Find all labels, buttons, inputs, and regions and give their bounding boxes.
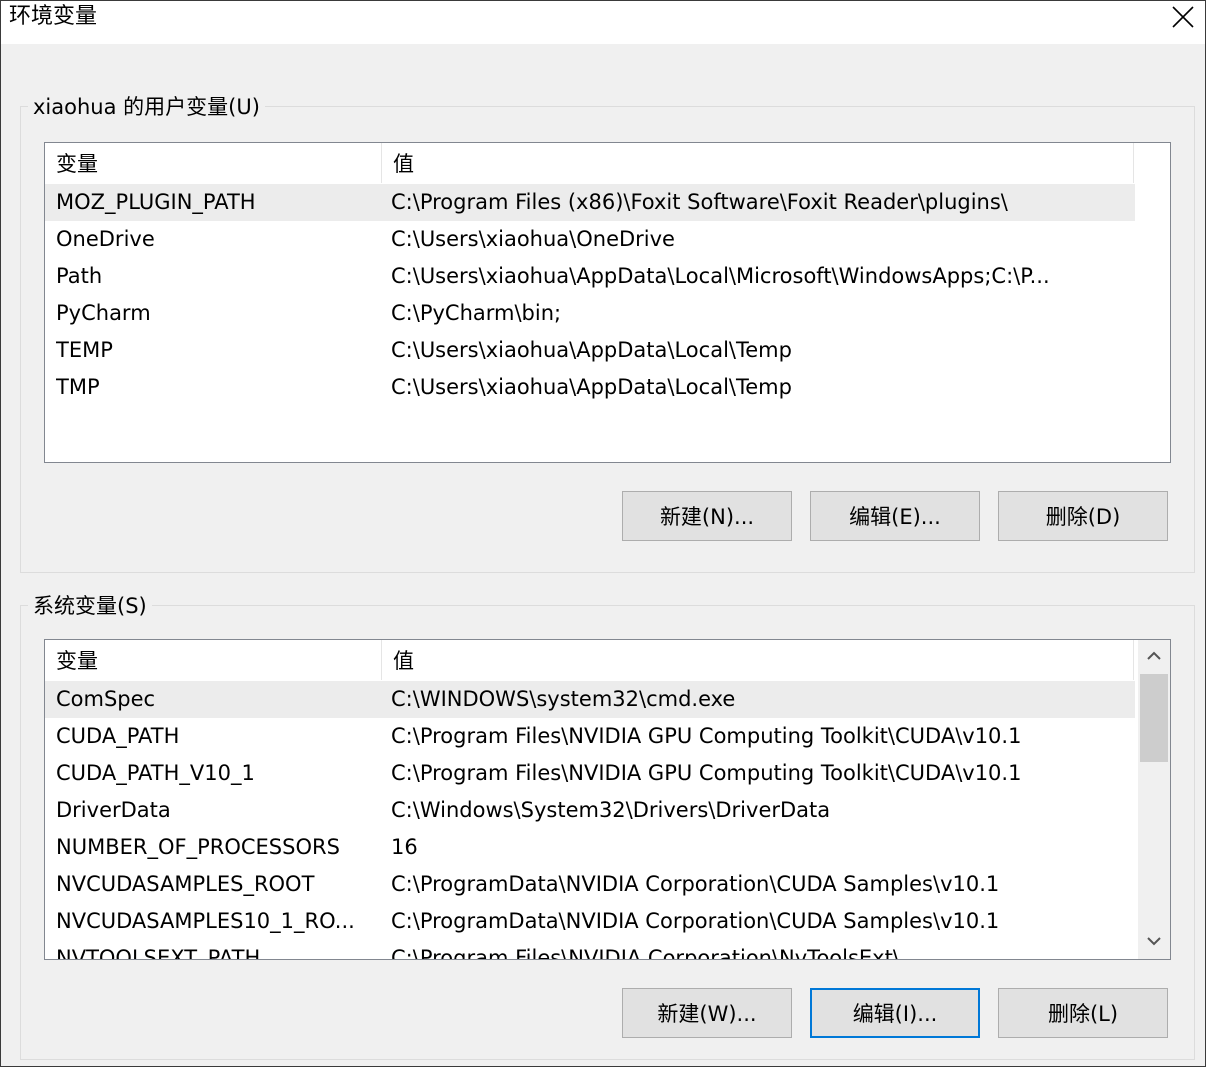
window-title: 环境变量	[9, 4, 98, 29]
system-new-button[interactable]: 新建(W)...	[622, 988, 792, 1038]
table-row[interactable]: DriverData C:\Windows\System32\Drivers\Dr…	[45, 792, 1135, 829]
variable-value-cell: C:\Program Files\NVIDIA GPU Computing To…	[391, 761, 1022, 785]
variable-name-cell: MOZ_PLUGIN_PATH	[56, 190, 256, 214]
system-variables-list[interactable]: 变量 值 ComSpec C:\WINDOWS\system32\cmd.exe C…	[44, 639, 1171, 960]
vertical-scrollbar[interactable]	[1138, 640, 1170, 959]
user-delete-button[interactable]: 删除(D)	[998, 491, 1168, 541]
table-row[interactable]: PyCharm C:\PyCharm\bin;	[45, 295, 1135, 332]
variable-name-cell: CUDA_PATH_V10_1	[56, 761, 255, 785]
variable-name-cell: TMP	[56, 375, 100, 399]
column-header-variable[interactable]: 变量	[45, 640, 382, 680]
table-row[interactable]: OneDrive C:\Users\xiaohua\OneDrive	[45, 221, 1135, 258]
user-rows: MOZ_PLUGIN_PATH C:\Program Files (x86)\Fo…	[45, 184, 1135, 406]
variable-value-cell: C:\ProgramData\NVIDIA Corporation\CUDA S…	[391, 909, 1000, 933]
variable-name-cell: ComSpec	[56, 687, 156, 711]
chevron-down-icon	[1147, 937, 1161, 946]
system-delete-button[interactable]: 删除(L)	[998, 988, 1168, 1038]
variable-value-cell: C:\Users\xiaohua\AppData\Local\Temp	[391, 338, 792, 362]
variable-value-cell: C:\WINDOWS\system32\cmd.exe	[391, 687, 736, 711]
variable-value-cell: 16	[391, 835, 418, 859]
variable-value-cell: C:\ProgramData\NVIDIA Corporation\CUDA S…	[391, 872, 1000, 896]
column-header-value[interactable]: 值	[382, 143, 1134, 183]
variable-name-cell: DriverData	[56, 798, 171, 822]
user-list-header: 变量 值	[45, 143, 1170, 183]
scroll-up-button[interactable]	[1138, 640, 1170, 674]
variable-value-cell: C:\Windows\System32\Drivers\DriverData	[391, 798, 831, 822]
close-icon	[1172, 6, 1194, 28]
table-row[interactable]: NVTOOLSEXT_PATH C:\Program Files\NVIDIA C…	[45, 940, 1135, 960]
variable-name-cell: NUMBER_OF_PROCESSORS	[56, 835, 340, 859]
title-bar: 环境变量	[1, 1, 1205, 44]
table-row[interactable]: NVCUDASAMPLES_ROOT C:\ProgramData\NVIDIA …	[45, 866, 1135, 903]
user-edit-button[interactable]: 编辑(E)...	[810, 491, 980, 541]
variable-name-cell: PyCharm	[56, 301, 151, 325]
table-row[interactable]: MOZ_PLUGIN_PATH C:\Program Files (x86)\Fo…	[45, 184, 1135, 221]
variable-value-cell: C:\Program Files (x86)\Foxit Software\Fo…	[391, 190, 1008, 214]
table-row[interactable]: TEMP C:\Users\xiaohua\AppData\Local\Temp	[45, 332, 1135, 369]
variable-value-cell: C:\Users\xiaohua\AppData\Local\Microsoft…	[391, 264, 1050, 288]
variable-name-cell: NVCUDASAMPLES10_1_RO...	[56, 909, 355, 933]
variable-value-cell: C:\PyCharm\bin;	[391, 301, 562, 325]
system-variables-label: 系统变量(S)	[28, 593, 152, 619]
variable-value-cell: C:\Program Files\NVIDIA GPU Computing To…	[391, 724, 1022, 748]
table-row[interactable]: CUDA_PATH_V10_1 C:\Program Files\NVIDIA G…	[45, 755, 1135, 792]
variable-name-cell: CUDA_PATH	[56, 724, 180, 748]
system-edit-button[interactable]: 编辑(I)...	[810, 988, 980, 1038]
system-rows: ComSpec C:\WINDOWS\system32\cmd.exe CUDA_P…	[45, 681, 1135, 960]
chevron-up-icon	[1147, 651, 1161, 660]
column-header-value[interactable]: 值	[382, 640, 1134, 680]
user-variables-list[interactable]: 变量 值 MOZ_PLUGIN_PATH C:\Program Files (x8…	[44, 142, 1171, 463]
variable-name-cell: NVTOOLSEXT_PATH	[56, 946, 261, 960]
table-row[interactable]: TMP C:\Users\xiaohua\AppData\Local\Temp	[45, 369, 1135, 406]
table-row[interactable]: Path C:\Users\xiaohua\AppData\Local\Micro…	[45, 258, 1135, 295]
close-button[interactable]	[1159, 1, 1205, 33]
table-row[interactable]: ComSpec C:\WINDOWS\system32\cmd.exe	[45, 681, 1135, 718]
table-row[interactable]: NUMBER_OF_PROCESSORS 16	[45, 829, 1135, 866]
variable-name-cell: TEMP	[56, 338, 113, 362]
variable-value-cell: C:\Users\xiaohua\OneDrive	[391, 227, 675, 251]
variable-value-cell: C:\Program Files\NVIDIA Corporation\NvTo…	[391, 946, 900, 960]
column-header-variable[interactable]: 变量	[45, 143, 382, 183]
user-new-button[interactable]: 新建(N)...	[622, 491, 792, 541]
user-variables-label: xiaohua 的用户变量(U)	[28, 94, 265, 120]
variable-name-cell: NVCUDASAMPLES_ROOT	[56, 872, 315, 896]
scrollbar-thumb[interactable]	[1140, 674, 1168, 762]
system-list-header: 变量 值	[45, 640, 1170, 680]
variable-name-cell: Path	[56, 264, 103, 288]
variable-name-cell: OneDrive	[56, 227, 155, 251]
environment-variables-dialog: 环境变量 xiaohua 的用户变量(U) 变量 值 MOZ_PLUGIN_PA…	[0, 0, 1206, 1067]
table-row[interactable]: NVCUDASAMPLES10_1_RO... C:\ProgramData\NV…	[45, 903, 1135, 940]
table-row[interactable]: CUDA_PATH C:\Program Files\NVIDIA GPU Com…	[45, 718, 1135, 755]
variable-value-cell: C:\Users\xiaohua\AppData\Local\Temp	[391, 375, 792, 399]
scroll-down-button[interactable]	[1138, 925, 1170, 959]
